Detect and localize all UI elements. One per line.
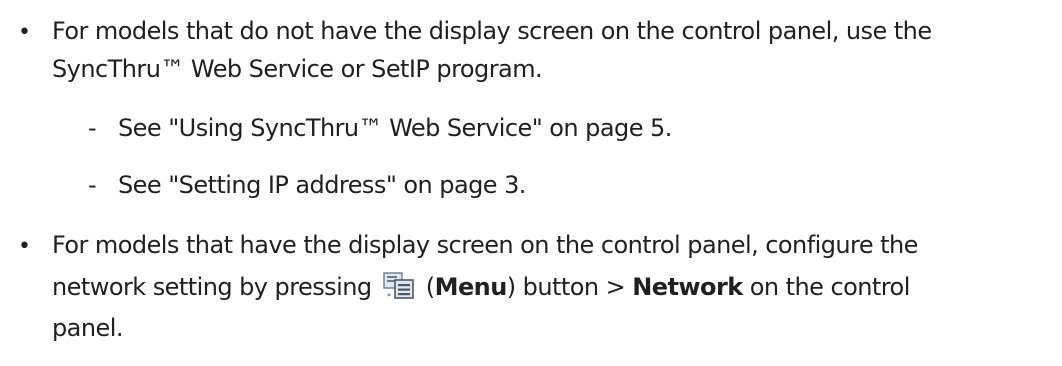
instruction-text: on the control bbox=[742, 273, 911, 301]
bullet-text-line: SyncThru™ Web Service or SetIP program. bbox=[52, 55, 543, 83]
menu-icon: * bbox=[383, 272, 414, 301]
bullet-text-line: For models that do not have the display … bbox=[52, 17, 932, 45]
bullet-text-line-with-icon: network setting by pressing * (Menu) but… bbox=[52, 266, 910, 308]
menu-label: Menu bbox=[434, 273, 508, 301]
instruction-text: ) button > bbox=[506, 273, 633, 301]
network-label: Network bbox=[632, 273, 743, 301]
sub-item-setip-reference: See "Setting IP address" on page 3. bbox=[118, 171, 526, 199]
instruction-text: network setting by pressing bbox=[52, 273, 372, 301]
sub-item-dash: - bbox=[88, 114, 97, 142]
paren-open: ( bbox=[425, 273, 435, 301]
bullet-marker: • bbox=[18, 20, 31, 45]
sub-item-dash: - bbox=[88, 171, 97, 199]
sub-item-syncthru-reference: See "Using SyncThru™ Web Service" on pag… bbox=[118, 114, 672, 142]
bullet-marker: • bbox=[18, 234, 31, 259]
bullet-text-line: For models that have the display screen … bbox=[52, 231, 918, 259]
document-page: • For models that do not have the displa… bbox=[0, 0, 1062, 366]
svg-text:*: * bbox=[387, 292, 391, 301]
bullet-text-line: panel. bbox=[52, 314, 123, 342]
